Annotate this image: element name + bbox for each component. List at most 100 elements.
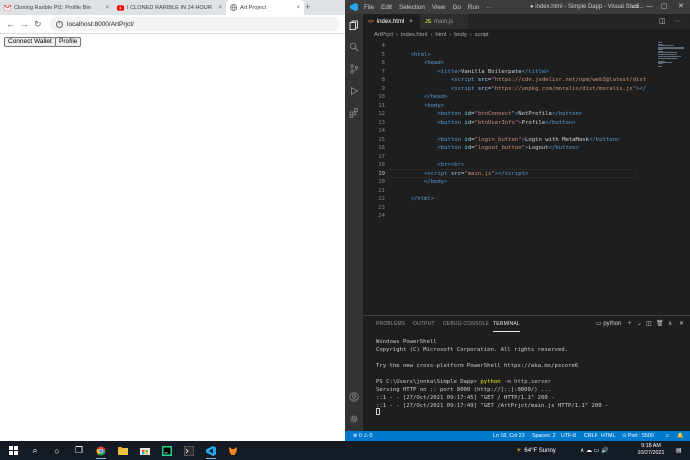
cortana-icon[interactable]: ○ bbox=[46, 441, 68, 460]
language-status[interactable]: HTML bbox=[601, 431, 615, 441]
panel-tab-terminal[interactable]: TERMINAL bbox=[493, 316, 520, 332]
code-line[interactable]: 20 </body> bbox=[363, 178, 690, 187]
close-panel-icon[interactable]: ✕ bbox=[679, 316, 684, 332]
taskbar-clock[interactable]: 9:18 AM 10/27/2021 bbox=[630, 443, 672, 457]
breadcrumb-item[interactable]: index.html bbox=[401, 32, 427, 38]
close-window-button[interactable]: ✕ bbox=[678, 0, 684, 14]
trash-icon[interactable]: 🗑 bbox=[656, 316, 664, 332]
new-tab-button[interactable]: + bbox=[305, 2, 310, 12]
panel-tab-debug-console[interactable]: DEBUG CONSOLE bbox=[443, 316, 489, 332]
gear-icon[interactable] bbox=[349, 414, 359, 424]
system-tray-icons[interactable]: ∧ ☁ ▭ 🔊 bbox=[580, 441, 609, 460]
browser-tab-art-project[interactable]: Art Project × bbox=[226, 0, 304, 15]
breadcrumb-item[interactable]: body bbox=[454, 32, 467, 38]
tab-close-icon[interactable]: × bbox=[218, 5, 222, 11]
code-line[interactable]: 4 bbox=[363, 42, 690, 51]
live-server-port-status[interactable]: ⊙ Port : 5500 bbox=[622, 431, 654, 441]
indentation-status[interactable]: Spaces: 2 bbox=[532, 431, 556, 441]
notification-icon[interactable]: ▤ bbox=[676, 441, 682, 460]
panel-tab-problems[interactable]: PROBLEMS bbox=[376, 316, 405, 332]
minimap[interactable] bbox=[658, 41, 686, 71]
layout-icon[interactable]: ▭ bbox=[632, 0, 639, 14]
reload-button[interactable]: ↻ bbox=[34, 18, 42, 30]
split-terminal-icon[interactable]: ◫ bbox=[646, 316, 652, 332]
chevron-down-icon[interactable]: ⌄ bbox=[637, 316, 642, 332]
menu-edit[interactable]: Edit bbox=[381, 4, 392, 11]
code-text: </head> bbox=[423, 94, 448, 100]
browser-tab-cloning-rarible[interactable]: Cloning Rarible Pt1: Profile Bin × bbox=[0, 0, 113, 15]
feedback-icon[interactable]: ♫ bbox=[665, 431, 669, 441]
close-icon[interactable]: × bbox=[409, 19, 413, 25]
code-line[interactable]: 23 bbox=[363, 204, 690, 213]
code-line[interactable]: 7 <title>Vanilla Boilerpate</title> bbox=[363, 68, 690, 77]
vscode-icon[interactable] bbox=[200, 441, 222, 460]
code-line[interactable]: 16 <button id="logout_button">Logout</bu… bbox=[363, 144, 690, 153]
source-control-icon[interactable] bbox=[349, 64, 359, 74]
forward-button[interactable]: → bbox=[20, 18, 29, 30]
code-line[interactable]: 8 <script src="https://cdn.jsdelivr.net/… bbox=[363, 76, 690, 85]
connect-wallet-button[interactable]: Connect Wallet bbox=[4, 37, 56, 47]
terminal-shell-selector[interactable]: ▭ python bbox=[596, 316, 621, 332]
menu-run[interactable]: Run bbox=[468, 4, 480, 11]
new-terminal-icon[interactable]: + bbox=[628, 316, 632, 332]
code-editor[interactable]: 45 <html> 6 <head> 7 <title>Vanilla Boiler… bbox=[363, 41, 690, 315]
menu-go[interactable]: Go bbox=[452, 4, 460, 11]
maximize-panel-icon[interactable]: ∧ bbox=[668, 316, 672, 332]
start-icon[interactable] bbox=[2, 441, 24, 460]
profile-button[interactable]: Profile bbox=[55, 37, 82, 47]
address-bar[interactable]: i bbox=[50, 17, 340, 31]
code-line[interactable]: 17 bbox=[363, 153, 690, 162]
menu-view[interactable]: View bbox=[432, 4, 446, 11]
bell-icon[interactable]: 🔔 bbox=[677, 431, 684, 441]
terminal-app-icon[interactable] bbox=[178, 441, 200, 460]
code-line[interactable]: 21 bbox=[363, 187, 690, 196]
file-explorer-icon[interactable] bbox=[112, 441, 134, 460]
tab-close-icon[interactable]: × bbox=[105, 5, 109, 11]
browser-tab-cloned-rarible[interactable]: I CLONED RARIBLE IN 24 HOUR × bbox=[113, 0, 226, 15]
explorer-icon[interactable] bbox=[349, 20, 359, 30]
code-line[interactable]: 6 <head> bbox=[363, 59, 690, 68]
minimize-button[interactable]: — bbox=[646, 0, 653, 14]
menu-more[interactable]: ··· bbox=[486, 4, 492, 11]
split-editor-icon[interactable]: ◫ bbox=[659, 14, 666, 29]
store-icon[interactable] bbox=[134, 441, 156, 460]
search-icon[interactable] bbox=[349, 42, 359, 52]
back-button[interactable]: ← bbox=[6, 18, 15, 30]
code-line[interactable]: 10 </head> bbox=[363, 93, 690, 102]
code-line[interactable]: 22 </html> bbox=[363, 195, 690, 204]
code-line[interactable]: 12 <button id="btnConnect">NotProfile</b… bbox=[363, 110, 690, 119]
cursor-position-status[interactable]: Ln 18, Col 23 bbox=[493, 431, 525, 441]
panel-tab-output[interactable]: OUTPUT bbox=[413, 316, 435, 332]
task-view-icon[interactable]: ❐ bbox=[68, 441, 90, 460]
pycharm-icon[interactable] bbox=[156, 441, 178, 460]
tab-close-icon[interactable]: × bbox=[296, 5, 300, 11]
problems-status[interactable]: ⊗ 0 ⚠ 0 bbox=[353, 431, 373, 441]
encoding-status[interactable]: UTF-8 bbox=[561, 431, 576, 441]
editor-tab-index-html[interactable]: <> index.html × bbox=[363, 14, 420, 29]
code-line[interactable]: 24 bbox=[363, 212, 690, 221]
chrome-icon[interactable] bbox=[90, 441, 112, 460]
more-actions-icon[interactable]: ··· bbox=[674, 14, 681, 29]
breadcrumb-item[interactable]: ArtPrjct bbox=[374, 32, 393, 38]
breadcrumb-item[interactable]: html bbox=[435, 32, 446, 38]
editor-tab-main-js[interactable]: JS main.js bbox=[420, 14, 468, 29]
weather-widget[interactable]: ☀ 64°F Sunny bbox=[516, 441, 556, 460]
search-icon[interactable]: ⌕ bbox=[24, 441, 46, 460]
url-input[interactable] bbox=[67, 20, 267, 28]
run-debug-icon[interactable] bbox=[349, 86, 359, 96]
code-line[interactable]: 9 <script src="https://unpkg.com/moralis… bbox=[363, 85, 690, 94]
code-line[interactable]: 5 <html> bbox=[363, 51, 690, 60]
eol-status[interactable]: CRLF bbox=[584, 431, 598, 441]
menu-file[interactable]: File bbox=[364, 4, 374, 11]
code-line[interactable]: 15 <button id="login_button">Login with … bbox=[363, 136, 690, 145]
accounts-icon[interactable] bbox=[349, 392, 359, 402]
code-line[interactable]: 11 <body> bbox=[363, 102, 690, 111]
menu-selection[interactable]: Selection bbox=[399, 4, 425, 11]
metamask-icon[interactable] bbox=[222, 441, 244, 460]
site-info-icon[interactable]: i bbox=[56, 20, 63, 28]
code-line[interactable]: 13 <button id="btnUserInfo">Profile</but… bbox=[363, 119, 690, 128]
breadcrumb-item[interactable]: script bbox=[475, 32, 489, 38]
code-line[interactable]: 14 bbox=[363, 127, 690, 136]
maximize-button[interactable]: ▢ bbox=[661, 0, 668, 14]
extensions-icon[interactable] bbox=[349, 108, 359, 118]
